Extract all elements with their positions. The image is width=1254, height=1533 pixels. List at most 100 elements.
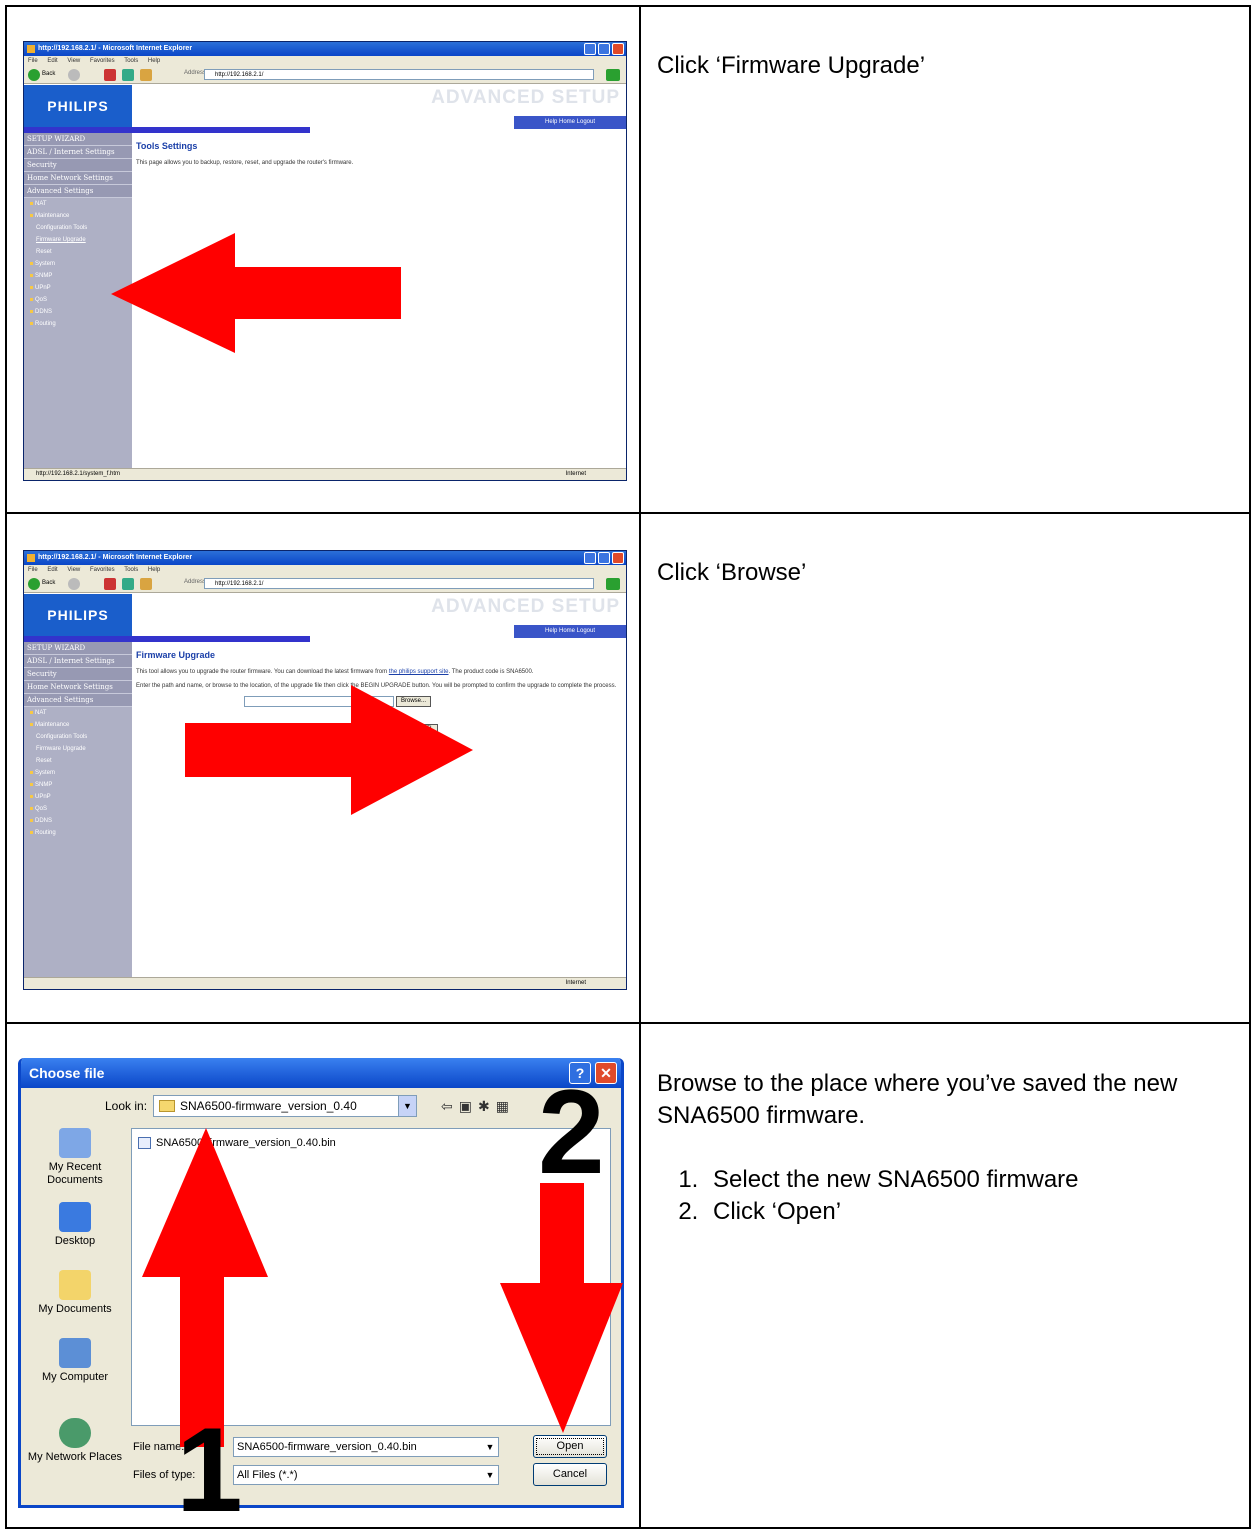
sidebar-item-ddns[interactable]: DDNS xyxy=(24,306,132,318)
place-desktop[interactable]: Desktop xyxy=(25,1202,125,1248)
sidebar-item-configuration-tools[interactable]: Configuration Tools xyxy=(24,222,132,234)
sidebar-item-firmware-upgrade[interactable]: Firmware Upgrade xyxy=(24,743,132,755)
place-my-network-places[interactable]: My Network Places xyxy=(25,1418,125,1464)
menu-edit[interactable]: Edit xyxy=(47,58,57,64)
sidebar-setup-wizard[interactable]: SETUP WIZARD xyxy=(24,133,132,146)
sidebar-item-label: Configuration Tools xyxy=(36,734,88,740)
sidebar-item-maintenance[interactable]: Maintenance xyxy=(24,719,132,731)
minimize-icon[interactable] xyxy=(584,43,596,55)
callout-number-1: 1 xyxy=(176,1403,243,1533)
back-icon[interactable]: ⇦ xyxy=(441,1098,459,1114)
menu-tools[interactable]: Tools xyxy=(124,58,138,64)
address-input[interactable]: http://192.168.2.1/ xyxy=(204,578,594,589)
sidebar-adsl-internet[interactable]: ADSL / Internet Settings xyxy=(24,655,132,668)
minimize-icon[interactable] xyxy=(584,552,596,564)
close-icon[interactable] xyxy=(612,43,624,55)
philips-support-link[interactable]: the philips support site xyxy=(389,669,449,675)
sidebar-item-snmp[interactable]: SNMP xyxy=(24,270,132,282)
sidebar-item-configuration-tools[interactable]: Configuration Tools xyxy=(24,731,132,743)
sidebar-item-routing[interactable]: Routing xyxy=(24,827,132,839)
files-of-type-select[interactable]: All Files (*.*) ▼ xyxy=(233,1465,499,1485)
place-my-computer[interactable]: My Computer xyxy=(25,1338,125,1384)
home-icon[interactable] xyxy=(140,69,152,81)
place-label: My Documents xyxy=(38,1303,112,1315)
sidebar-item-ddns[interactable]: DDNS xyxy=(24,815,132,827)
address-input[interactable]: http://192.168.2.1/ xyxy=(204,69,594,80)
place-my-recent-documents[interactable]: My Recent Documents xyxy=(25,1128,125,1187)
sidebar-item-reset[interactable]: Reset xyxy=(24,246,132,258)
menu-help[interactable]: Help xyxy=(148,58,160,64)
place-my-documents[interactable]: My Documents xyxy=(25,1270,125,1316)
close-icon[interactable] xyxy=(612,552,624,564)
forward-icon[interactable] xyxy=(68,69,80,81)
chevron-down-icon[interactable]: ▼ xyxy=(482,1466,498,1484)
menu-tools[interactable]: Tools xyxy=(124,567,138,573)
ie-icon xyxy=(27,554,35,562)
menu-edit[interactable]: Edit xyxy=(47,567,57,573)
refresh-icon[interactable] xyxy=(122,69,134,81)
menu-file[interactable]: File xyxy=(28,58,38,64)
sidebar-home-network[interactable]: Home Network Settings xyxy=(24,681,132,694)
menu-help[interactable]: Help xyxy=(148,567,160,573)
look-in-select[interactable]: SNA6500-firmware_version_0.40 ▼ xyxy=(153,1095,417,1117)
sidebar-advanced-settings[interactable]: Advanced Settings xyxy=(24,694,132,707)
sidebar-item-qos[interactable]: QoS xyxy=(24,294,132,306)
sidebar-item-label: UPnP xyxy=(35,285,51,291)
file-name-input[interactable]: SNA6500-firmware_version_0.40.bin ▼ xyxy=(233,1437,499,1457)
begin-upgrade-button[interactable]: BEGIN UPGRADE xyxy=(334,724,395,735)
back-icon[interactable] xyxy=(28,69,40,81)
sidebar-item-snmp[interactable]: SNMP xyxy=(24,779,132,791)
browse-button[interactable]: Browse... xyxy=(396,696,432,707)
up-folder-icon[interactable]: ▣ xyxy=(459,1098,478,1114)
maximize-icon[interactable] xyxy=(598,43,610,55)
desktop-icon xyxy=(59,1202,91,1232)
menu-view[interactable]: View xyxy=(67,567,80,573)
sidebar-item-firmware-upgrade[interactable]: Firmware Upgrade xyxy=(24,234,132,246)
stop-icon[interactable] xyxy=(104,69,116,81)
menu-file[interactable]: File xyxy=(28,567,38,573)
sidebar-adsl-internet[interactable]: ADSL / Internet Settings xyxy=(24,146,132,159)
menu-favorites[interactable]: Favorites xyxy=(90,58,115,64)
sidebar-item-label: System xyxy=(35,770,56,776)
open-button[interactable]: Open xyxy=(533,1435,607,1458)
menu-favorites[interactable]: Favorites xyxy=(90,567,115,573)
sidebar-item-qos[interactable]: QoS xyxy=(24,803,132,815)
sidebar-item-routing[interactable]: Routing xyxy=(24,318,132,330)
sidebar-item-system[interactable]: System xyxy=(24,258,132,270)
back-icon[interactable] xyxy=(28,578,40,590)
stop-icon[interactable] xyxy=(104,578,116,590)
sidebar-security[interactable]: Security xyxy=(24,159,132,172)
browser-menu-bar: File Edit View Favorites Tools Help xyxy=(24,565,626,575)
help-home-logout-links[interactable]: Help Home Logout xyxy=(514,625,626,638)
chevron-down-icon[interactable]: ▼ xyxy=(482,1438,498,1456)
forward-icon[interactable] xyxy=(68,578,80,590)
file-path-input[interactable] xyxy=(244,696,394,707)
home-icon[interactable] xyxy=(140,578,152,590)
router-header: PHILIPS ADVANCED SETUP Help Home Logout xyxy=(24,85,626,129)
view-menu-icon[interactable]: ▦ xyxy=(496,1098,515,1114)
cancel-button[interactable]: CANCEL xyxy=(404,724,439,735)
sidebar-advanced-settings[interactable]: Advanced Settings xyxy=(24,185,132,198)
refresh-icon[interactable] xyxy=(122,578,134,590)
menu-view[interactable]: View xyxy=(67,58,80,64)
sidebar-item-maintenance[interactable]: Maintenance xyxy=(24,210,132,222)
sidebar-setup-wizard[interactable]: SETUP WIZARD xyxy=(24,642,132,655)
cancel-button[interactable]: Cancel xyxy=(533,1463,607,1486)
router-content: Firmware Upgrade This tool allows you to… xyxy=(136,650,620,696)
sidebar-item-upnp[interactable]: UPnP xyxy=(24,791,132,803)
sidebar-home-network[interactable]: Home Network Settings xyxy=(24,172,132,185)
help-home-logout-links[interactable]: Help Home Logout xyxy=(514,116,626,129)
status-zone: Internet xyxy=(565,980,586,986)
sidebar-item-nat[interactable]: NAT xyxy=(24,707,132,719)
sidebar-item-reset[interactable]: Reset xyxy=(24,755,132,767)
sidebar-item-nat[interactable]: NAT xyxy=(24,198,132,210)
chevron-down-icon[interactable]: ▼ xyxy=(398,1096,416,1116)
sidebar-item-upnp[interactable]: UPnP xyxy=(24,282,132,294)
go-button[interactable] xyxy=(606,578,620,590)
file-item[interactable]: SNA6500-firmware_version_0.40.bin xyxy=(138,1135,336,1151)
sidebar-item-system[interactable]: System xyxy=(24,767,132,779)
new-folder-icon[interactable]: ✱ xyxy=(478,1098,496,1114)
maximize-icon[interactable] xyxy=(598,552,610,564)
sidebar-security[interactable]: Security xyxy=(24,668,132,681)
go-button[interactable] xyxy=(606,69,620,81)
